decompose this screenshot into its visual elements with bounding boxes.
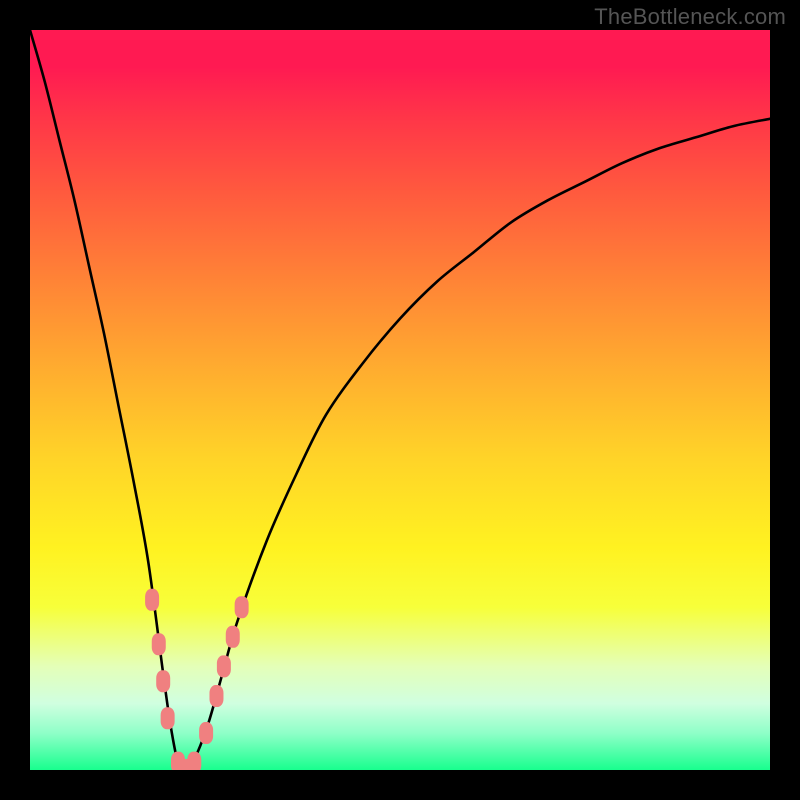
curve-marker	[226, 626, 240, 648]
curve-marker	[209, 685, 223, 707]
curve-marker	[156, 670, 170, 692]
curve-marker	[199, 722, 213, 744]
chart-plot-area	[30, 30, 770, 770]
curve-marker	[235, 596, 249, 618]
curve-marker	[217, 655, 231, 677]
chart-svg	[30, 30, 770, 770]
curve-marker	[187, 752, 201, 770]
curve-marker	[152, 633, 166, 655]
chart-frame: TheBottleneck.com	[0, 0, 800, 800]
bottleneck-curve	[30, 30, 770, 770]
curve-marker	[161, 707, 175, 729]
watermark-text: TheBottleneck.com	[594, 4, 786, 30]
curve-markers	[145, 589, 249, 770]
curve-marker	[145, 589, 159, 611]
